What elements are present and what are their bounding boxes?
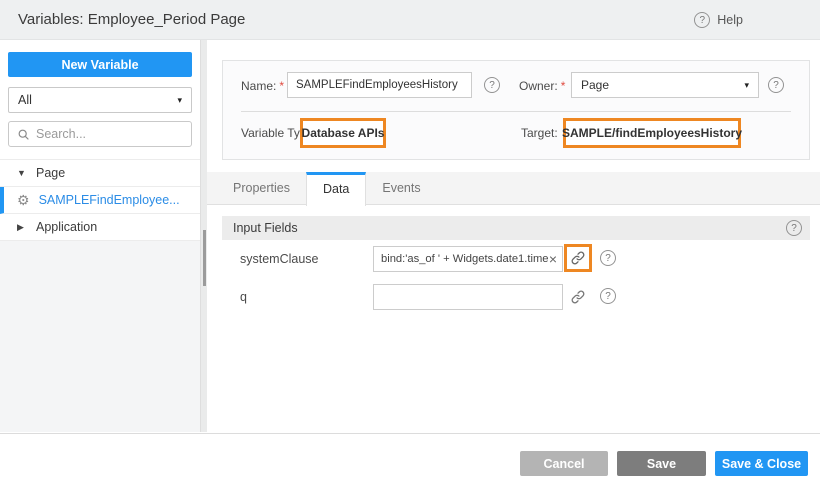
scrollbar-thumb[interactable]	[203, 230, 206, 286]
dialog-titlebar: Variables: Employee_Period Page ? Help	[0, 0, 820, 40]
tree-item-selected-variable[interactable]: ⚙ SAMPLEFindEmployee...	[0, 187, 200, 214]
owner-select-value: Page	[581, 78, 609, 92]
save-and-close-button[interactable]: Save & Close	[715, 451, 808, 476]
variable-filter-value: All	[18, 93, 32, 107]
required-asterisk: *	[561, 79, 566, 93]
tree-group-page-label: Page	[36, 166, 65, 180]
search-input[interactable]	[36, 127, 183, 141]
target-label: Target:	[521, 126, 558, 140]
tree-group-application-label: Application	[36, 220, 97, 234]
tree-item-variable-label: SAMPLEFindEmployee...	[39, 193, 180, 207]
systemclause-help-icon[interactable]: ?	[600, 250, 616, 266]
sidebar-scrollbar-track[interactable]	[200, 40, 207, 432]
tree-expanded-icon: ▼	[17, 168, 27, 178]
caret-down-icon: ▾	[177, 95, 182, 106]
variable-type-value: Database APIs	[302, 126, 385, 140]
owner-help-icon[interactable]: ?	[768, 77, 784, 93]
q-bind-link-icon[interactable]	[570, 289, 586, 305]
name-help-icon[interactable]: ?	[484, 77, 500, 93]
target-annotation-box: SAMPLE/findEmployeesHistory	[563, 118, 741, 148]
detail-tabstrip: Properties Data Events	[207, 172, 820, 205]
q-help-icon[interactable]: ?	[600, 288, 616, 304]
target-value: SAMPLE/findEmployeesHistory	[562, 126, 742, 140]
systemclause-value-box[interactable]: bind:'as_of ' + Widgets.date1.timestam ×	[373, 246, 563, 272]
search-icon	[17, 128, 30, 141]
card-divider	[241, 111, 791, 112]
variables-tree: ▼ Page ⚙ SAMPLEFindEmployee... ▶ Applica…	[0, 159, 200, 241]
variables-sidebar: New Variable All ▾ ▼ Page	[0, 40, 200, 432]
dialog-footer: Cancel Save Save & Close	[0, 433, 820, 489]
required-asterisk: *	[279, 79, 284, 93]
tab-properties[interactable]: Properties	[217, 172, 306, 205]
dialog-title: Variables: Employee_Period Page	[18, 11, 245, 28]
variable-filter-select[interactable]: All ▾	[8, 87, 192, 113]
name-label: Name:*	[241, 79, 284, 93]
bind-link-annotation-box	[564, 244, 592, 272]
field-label-systemclause: systemClause	[240, 252, 319, 266]
input-fields-header: Input Fields ?	[222, 216, 810, 240]
caret-down-icon: ▾	[744, 80, 749, 91]
variable-detail-panel: Name:* ? Owner:* Page ▾ ? Variable Type:…	[207, 40, 820, 432]
owner-label: Owner:*	[519, 79, 565, 93]
new-variable-button[interactable]: New Variable	[8, 52, 192, 77]
variable-type-annotation-box: Database APIs	[300, 118, 386, 148]
tree-group-page[interactable]: ▼ Page	[0, 160, 200, 187]
input-fields-title: Input Fields	[233, 221, 298, 235]
help-label: Help	[717, 13, 743, 27]
cancel-button[interactable]: Cancel	[520, 451, 608, 476]
bind-link-icon[interactable]	[570, 250, 586, 266]
help-icon: ?	[694, 12, 710, 28]
variable-summary-card: Name:* ? Owner:* Page ▾ ? Variable Type:…	[222, 60, 810, 160]
q-input[interactable]	[373, 284, 563, 310]
field-label-q: q	[240, 290, 247, 304]
tree-group-application[interactable]: ▶ Application	[0, 214, 200, 241]
tab-data[interactable]: Data	[306, 172, 366, 206]
input-fields-help-icon[interactable]: ?	[786, 220, 802, 236]
owner-select[interactable]: Page ▾	[571, 72, 759, 98]
tree-collapsed-icon: ▶	[17, 222, 27, 233]
help-button[interactable]: ? Help	[694, 12, 743, 28]
variables-dialog: Variables: Employee_Period Page ? Help N…	[0, 0, 820, 489]
sidebar-empty-area	[0, 241, 200, 432]
variable-search-box[interactable]	[8, 121, 192, 147]
name-input[interactable]	[287, 72, 472, 98]
systemclause-value: bind:'as_of ' + Widgets.date1.timestam	[381, 253, 548, 265]
clear-value-icon[interactable]: ×	[548, 252, 558, 266]
variable-gear-icon: ⚙	[17, 193, 30, 207]
save-button[interactable]: Save	[617, 451, 706, 476]
tab-events[interactable]: Events	[366, 172, 436, 205]
sidebar-controls: New Variable All ▾	[0, 40, 200, 159]
